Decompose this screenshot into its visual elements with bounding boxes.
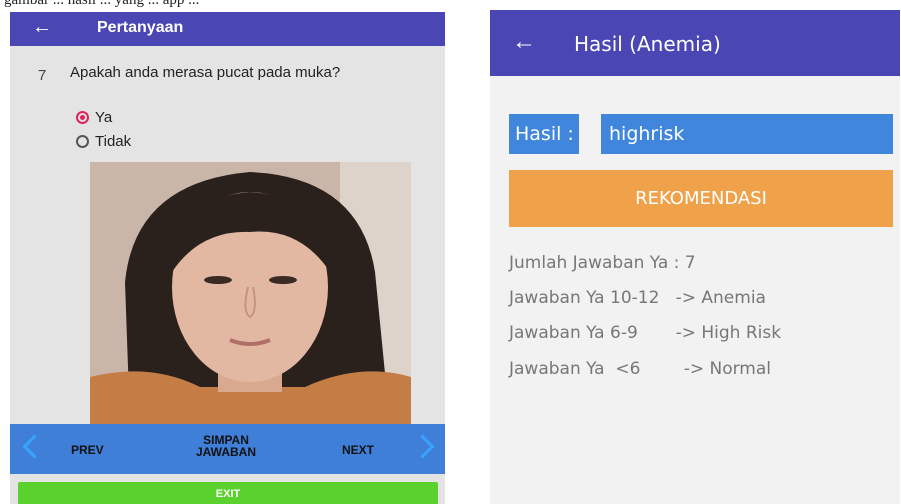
info-line-normal: Jawaban Ya <6 -> Normal [509, 359, 771, 379]
question-text: Apakah anda merasa pucat pada muka? [70, 64, 341, 81]
hasil-label: Hasil : [509, 114, 579, 154]
option-tidak[interactable]: Tidak [76, 133, 131, 150]
info-line-highrisk: Jawaban Ya 6-9 -> High Risk [509, 323, 782, 343]
question-number: 7 [38, 67, 47, 84]
info-line-anemia: Jawaban Ya 10-12 -> Anemia [509, 288, 766, 308]
hasil-value-field: highrisk [601, 114, 893, 154]
exit-button[interactable]: EXIT [18, 482, 438, 504]
option-ya[interactable]: Ya [76, 109, 112, 126]
chevron-right-icon[interactable] [410, 434, 435, 459]
chevron-left-icon[interactable] [22, 434, 47, 459]
save-answer-button[interactable]: SIMPAN JAWABAN [176, 434, 276, 458]
radio-checked-icon[interactable] [76, 111, 89, 124]
result-screen: ← Hasil (Anemia) Hasil : highrisk REKOME… [490, 10, 900, 504]
option-label: Ya [95, 109, 113, 126]
prev-button[interactable]: PREV [71, 443, 104, 457]
result-app-bar: ← Hasil (Anemia) [490, 10, 900, 76]
option-label: Tidak [95, 133, 132, 150]
question-app-bar: ← Pertanyaan [10, 12, 445, 46]
question-nav-bar: PREV SIMPAN JAWABAN NEXT [10, 424, 445, 474]
face-photo [90, 162, 411, 424]
rekomendasi-button[interactable]: REKOMENDASI [509, 170, 893, 227]
radio-unchecked-icon[interactable] [76, 135, 89, 148]
page-title: Pertanyaan [97, 19, 184, 36]
caption-text: gambar ... hasil ... yang ... app ... [4, 0, 200, 8]
save-label-line2: JAWABAN [195, 445, 256, 459]
page-title: Hasil (Anemia) [574, 32, 721, 56]
question-screen: ← Pertanyaan 7 Apakah anda merasa pucat … [10, 12, 445, 504]
arrow-left-icon[interactable]: ← [32, 16, 52, 39]
info-line-count: Jumlah Jawaban Ya : 7 [509, 253, 696, 273]
arrow-left-icon[interactable]: ← [512, 28, 536, 56]
next-button[interactable]: NEXT [342, 443, 374, 457]
